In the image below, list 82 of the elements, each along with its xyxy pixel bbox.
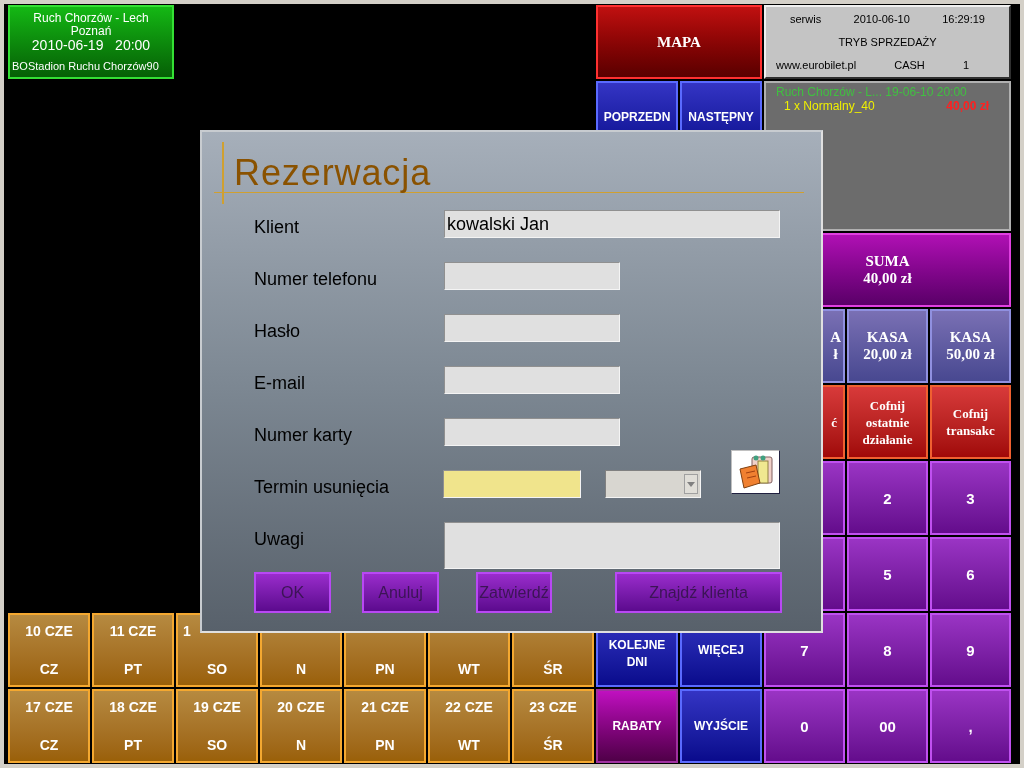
input-field[interactable]	[444, 314, 620, 342]
cash-button[interactable]: KASA 50,00 zł	[930, 309, 1011, 383]
discount-button[interactable]: RABATY	[596, 689, 678, 763]
calendar-day[interactable]: 21 CZE PN	[344, 689, 426, 763]
day-date: 20 CZE	[277, 699, 325, 715]
day-date: 11 CZE	[109, 623, 157, 639]
day-date: 18 CZE	[109, 699, 157, 715]
dialog-title: Rezerwacja	[234, 151, 432, 195]
day-date: 22 CZE	[445, 699, 493, 715]
mode-text: TRYB SPRZEDAŻY	[838, 34, 937, 50]
event-tile[interactable]: Ruch Chorzów - Lech Poznań 2010-06-19 20:00 BOStadion Ruchu Chorzów90	[8, 5, 174, 79]
event-title: Ruch Chorzów - Lech Poznań	[32, 12, 150, 38]
input-field[interactable]	[444, 418, 620, 446]
nav-button[interactable]: WYJŚCIE	[680, 689, 762, 763]
notes-field[interactable]	[444, 522, 780, 569]
day-weekday: PT	[124, 737, 142, 753]
day-weekday: ŚR	[543, 661, 563, 677]
day-date: 17 CZE	[25, 699, 73, 715]
day-weekday: ŚR	[543, 737, 563, 753]
field-label: Uwagi	[254, 528, 306, 551]
calendar-day[interactable]: 22 CZE WT	[428, 689, 510, 763]
day-weekday: PN	[375, 661, 395, 677]
calendar-button[interactable]	[731, 450, 780, 494]
seat-count: 90	[146, 60, 159, 73]
keypad-button[interactable]: 0	[764, 689, 845, 763]
calendar-day[interactable]: 11 CZE PT	[92, 613, 174, 687]
map-button[interactable]: MAPA	[596, 5, 762, 79]
day-weekday: SO	[206, 737, 228, 753]
keypad-button[interactable]: 6	[930, 537, 1011, 611]
input-field[interactable]: kowalski Jan	[444, 210, 780, 238]
day-weekday: SO	[206, 661, 228, 677]
calendar-day[interactable]: 10 CZE CZ	[8, 613, 90, 687]
undo-button[interactable]: Cofnij ostatnie działanie	[847, 385, 928, 459]
day-weekday: WT	[458, 737, 480, 753]
undo-button[interactable]: Cofnij transakc	[930, 385, 1011, 459]
keypad-button[interactable]: 9	[930, 613, 1011, 687]
keypad-button[interactable]: 2	[847, 461, 928, 535]
field-label: Hasło	[254, 320, 302, 343]
cart-item-text: 1 x Normalny_40	[784, 99, 875, 113]
time-text: 16:29:19	[942, 12, 985, 27]
payment-text: CASH	[894, 57, 925, 73]
day-weekday: PT	[124, 661, 142, 677]
calendar-day[interactable]: 20 CZE N	[260, 689, 342, 763]
field-label: Termin usunięcia	[254, 476, 391, 499]
day-weekday: PN	[375, 737, 395, 753]
calendar-day[interactable]: 23 CZE ŚR	[512, 689, 594, 763]
day-weekday: N	[295, 661, 307, 677]
field-label: Numer karty	[254, 424, 353, 447]
keypad-button[interactable]: 8	[847, 613, 928, 687]
day-date: 21 CZE	[361, 699, 409, 715]
caret-icon	[684, 474, 699, 494]
input-field[interactable]	[444, 262, 620, 290]
keypad-button[interactable]: 00	[847, 689, 928, 763]
date-field[interactable]	[443, 470, 582, 498]
keypad-button[interactable]: 3	[930, 461, 1011, 535]
day-date: 1	[182, 623, 191, 639]
calendar-day[interactable]: 17 CZE CZ	[8, 689, 90, 763]
date-text: 2010-06-10	[853, 12, 910, 27]
event-datetime: 2010-06-19 20:00	[31, 39, 151, 52]
day-weekday: N	[295, 737, 307, 753]
field-label: E-mail	[254, 372, 306, 395]
cash-button[interactable]: KASA 20,00 zł	[847, 309, 928, 383]
day-date: 10 CZE	[25, 623, 73, 639]
field-label: Numer telefonu	[254, 268, 379, 291]
input-field[interactable]	[444, 366, 620, 394]
user-text: serwis	[790, 12, 822, 27]
day-weekday: WT	[458, 661, 480, 677]
day-date: 23 CZE	[529, 699, 577, 715]
keypad-button[interactable]: ,	[930, 689, 1011, 763]
calendar-day[interactable]: 19 CZE SO	[176, 689, 258, 763]
keypad-button[interactable]: 5	[847, 537, 928, 611]
day-weekday: CZ	[39, 661, 59, 677]
field-label: Klient	[254, 216, 301, 239]
day-weekday: CZ	[39, 737, 59, 753]
day-date: 19 CZE	[193, 699, 241, 715]
dropdown[interactable]	[605, 470, 702, 498]
terminal-text: 1	[962, 57, 969, 73]
cart-price-text: 40,00 zł	[946, 99, 989, 113]
cart-event-text: Ruch Chorzów - L... 19-06-10 20:00	[776, 85, 968, 99]
venue-text: BOStadion Ruchu Chorzów	[12, 60, 147, 73]
site-text: www.eurobilet.pl	[776, 57, 857, 73]
calendar-day[interactable]: 18 CZE PT	[92, 689, 174, 763]
